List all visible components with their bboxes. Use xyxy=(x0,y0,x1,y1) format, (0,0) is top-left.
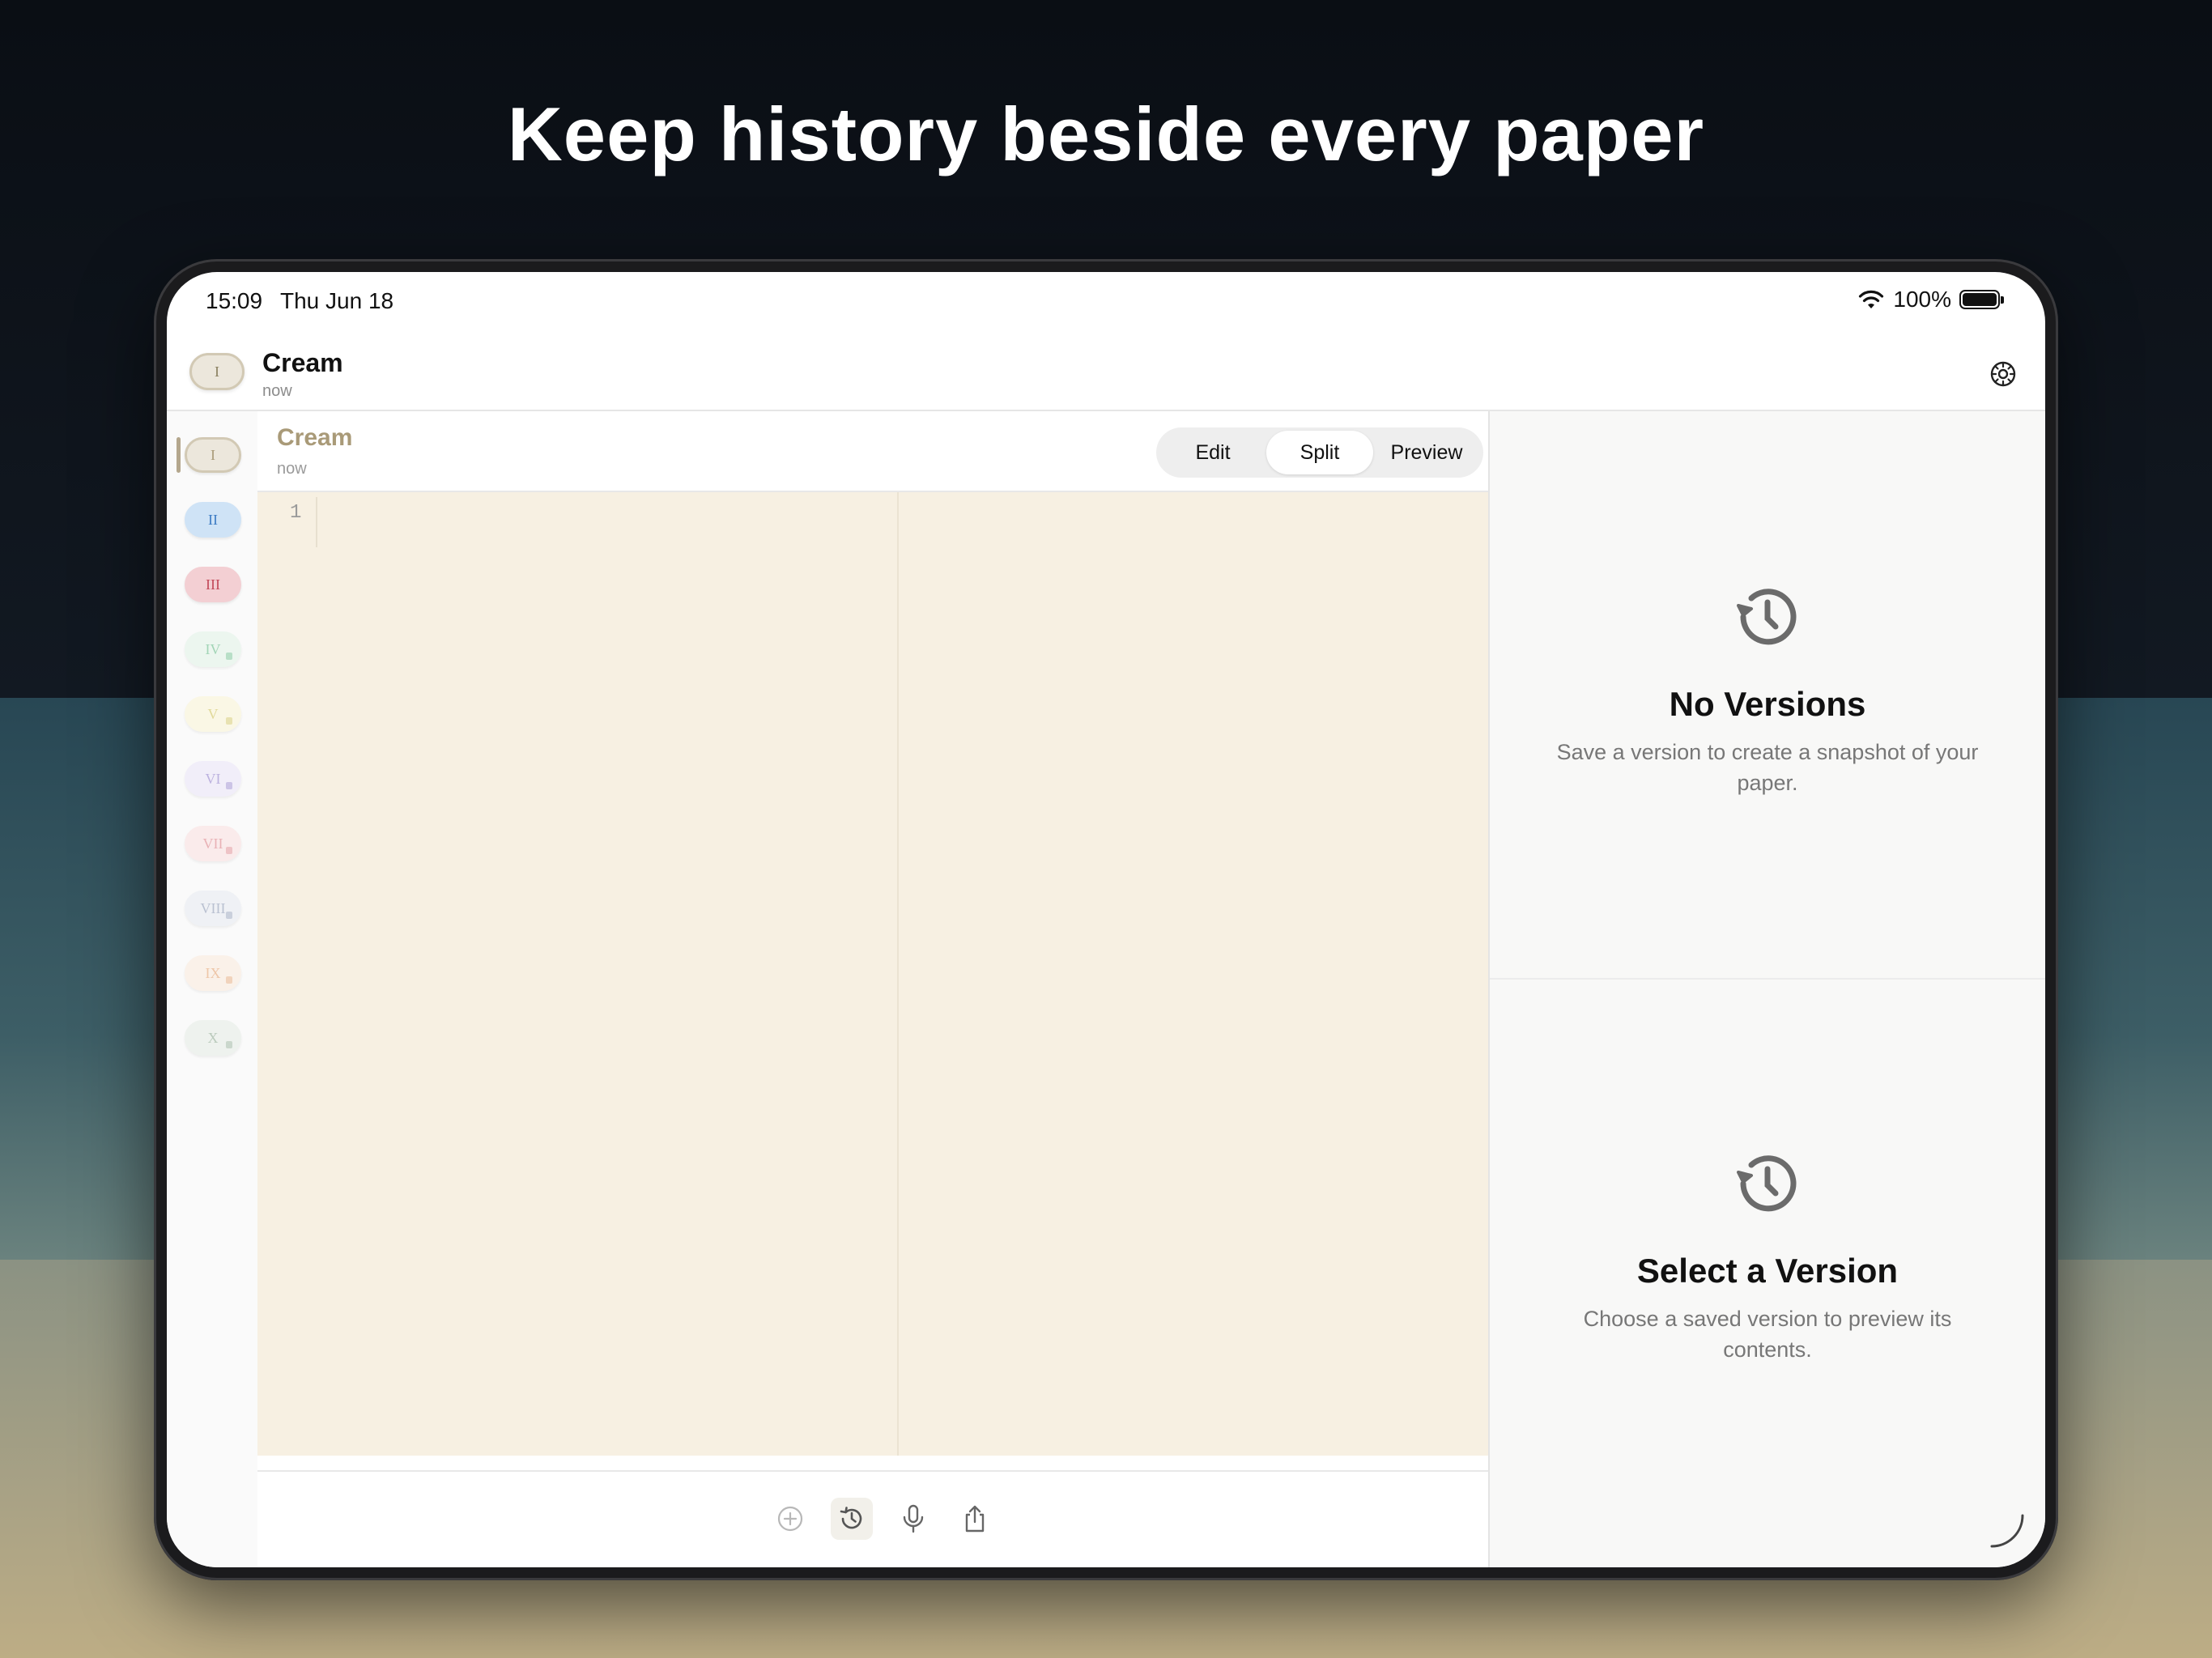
history-toolbar-button[interactable] xyxy=(831,1498,873,1540)
sidebar-paper-1[interactable]: I xyxy=(185,437,241,473)
sidebar-paper-label: IV xyxy=(205,640,221,657)
sidebar-paper-label: VII xyxy=(202,835,223,852)
microphone-icon xyxy=(903,1504,924,1533)
share-button[interactable] xyxy=(954,1498,996,1540)
sidebar-paper-label: V xyxy=(207,705,219,722)
lock-icon xyxy=(226,976,232,984)
editor-paper[interactable]: 1 xyxy=(257,492,1488,1456)
status-bar: 15:09 Thu Jun 18 100% xyxy=(167,272,2045,330)
paper-sidebar: I II III IV V VI VII VIII IX X xyxy=(167,411,257,1567)
line-number: 1 xyxy=(290,502,302,524)
add-button[interactable] xyxy=(769,1498,811,1540)
sidebar-active-indicator xyxy=(177,437,181,473)
sidebar-paper-6[interactable]: VI xyxy=(185,761,241,797)
sidebar-paper-label: VIII xyxy=(200,899,226,916)
battery-percentage: 100% xyxy=(1893,287,1951,312)
no-versions-title: No Versions xyxy=(1669,685,1866,723)
share-icon xyxy=(965,1505,985,1533)
history-icon xyxy=(1737,589,1797,645)
paper-title: Cream xyxy=(262,348,343,377)
sidebar-paper-5[interactable]: V xyxy=(185,696,241,732)
editor-header: Cream now Edit Split Preview xyxy=(257,411,1534,492)
view-mode-segmented-control: Edit Split Preview xyxy=(1156,427,1483,478)
battery-icon xyxy=(1959,290,2004,309)
tablet-frame: 15:09 Thu Jun 18 100% I Cream now I II I… xyxy=(154,259,2058,1580)
split-divider[interactable] xyxy=(897,492,899,1456)
lock-icon xyxy=(226,653,232,660)
paper-switcher-pill[interactable]: I xyxy=(189,353,245,390)
add-icon xyxy=(777,1506,803,1532)
paper-subtitle: now xyxy=(262,382,292,400)
editor-title: Cream xyxy=(277,424,353,451)
sidebar-paper-7[interactable]: VII xyxy=(185,826,241,861)
lock-icon xyxy=(226,782,232,789)
sidebar-paper-9[interactable]: IX xyxy=(185,955,241,991)
sidebar-paper-label: VI xyxy=(205,770,221,787)
sidebar-paper-3[interactable]: III xyxy=(185,567,241,602)
select-version-title: Select a Version xyxy=(1636,1252,1899,1290)
microphone-button[interactable] xyxy=(892,1498,934,1540)
resize-handle-icon[interactable] xyxy=(1987,1511,2027,1551)
select-version-description: Choose a saved version to preview its co… xyxy=(1583,1307,1952,1362)
marketing-headline: Keep history beside every paper xyxy=(507,91,1705,176)
status-time: 15:09 xyxy=(206,288,263,313)
sidebar-paper-label: IX xyxy=(205,964,221,981)
lock-icon xyxy=(226,847,232,854)
sidebar-paper-label: II xyxy=(208,511,218,528)
select-version-state: Select a Version Choose a saved version … xyxy=(1490,1140,2045,1365)
mode-split-button[interactable]: Split xyxy=(1266,431,1373,474)
bottom-toolbar xyxy=(257,1470,1488,1567)
panel-divider xyxy=(1490,978,2045,980)
no-versions-state: No Versions Save a version to create a s… xyxy=(1490,573,2045,798)
sidebar-paper-2[interactable]: II xyxy=(185,502,241,538)
sidebar-paper-4[interactable]: IV xyxy=(185,631,241,667)
history-icon xyxy=(1737,1155,1797,1212)
lock-icon xyxy=(226,912,232,919)
sidebar-paper-8[interactable]: VIII xyxy=(185,891,241,926)
editor-subtitle: now xyxy=(277,460,307,478)
sidebar-paper-label: X xyxy=(207,1029,219,1046)
status-date: Thu Jun 18 xyxy=(280,288,394,313)
sidebar-paper-10[interactable]: X xyxy=(185,1020,241,1056)
tablet-screen: 15:09 Thu Jun 18 100% I Cream now I II I… xyxy=(167,272,2045,1567)
mode-edit-button[interactable]: Edit xyxy=(1159,431,1266,474)
wifi-icon xyxy=(1859,290,1884,308)
mode-preview-button[interactable]: Preview xyxy=(1373,431,1480,474)
sidebar-paper-label: I xyxy=(211,446,215,463)
no-versions-description: Save a version to create a snapshot of y… xyxy=(1556,740,1979,795)
lock-icon xyxy=(226,717,232,725)
history-icon xyxy=(840,1507,862,1529)
sidebar-paper-label: III xyxy=(206,576,220,593)
versions-panel: No Versions Save a version to create a s… xyxy=(1488,411,2045,1567)
top-navigation: I Cream now xyxy=(167,330,2045,411)
lock-icon xyxy=(226,1041,232,1048)
status-indicators: 100% xyxy=(1857,287,2004,312)
gutter-divider xyxy=(316,497,317,547)
settings-gear-icon[interactable] xyxy=(1989,359,2018,389)
